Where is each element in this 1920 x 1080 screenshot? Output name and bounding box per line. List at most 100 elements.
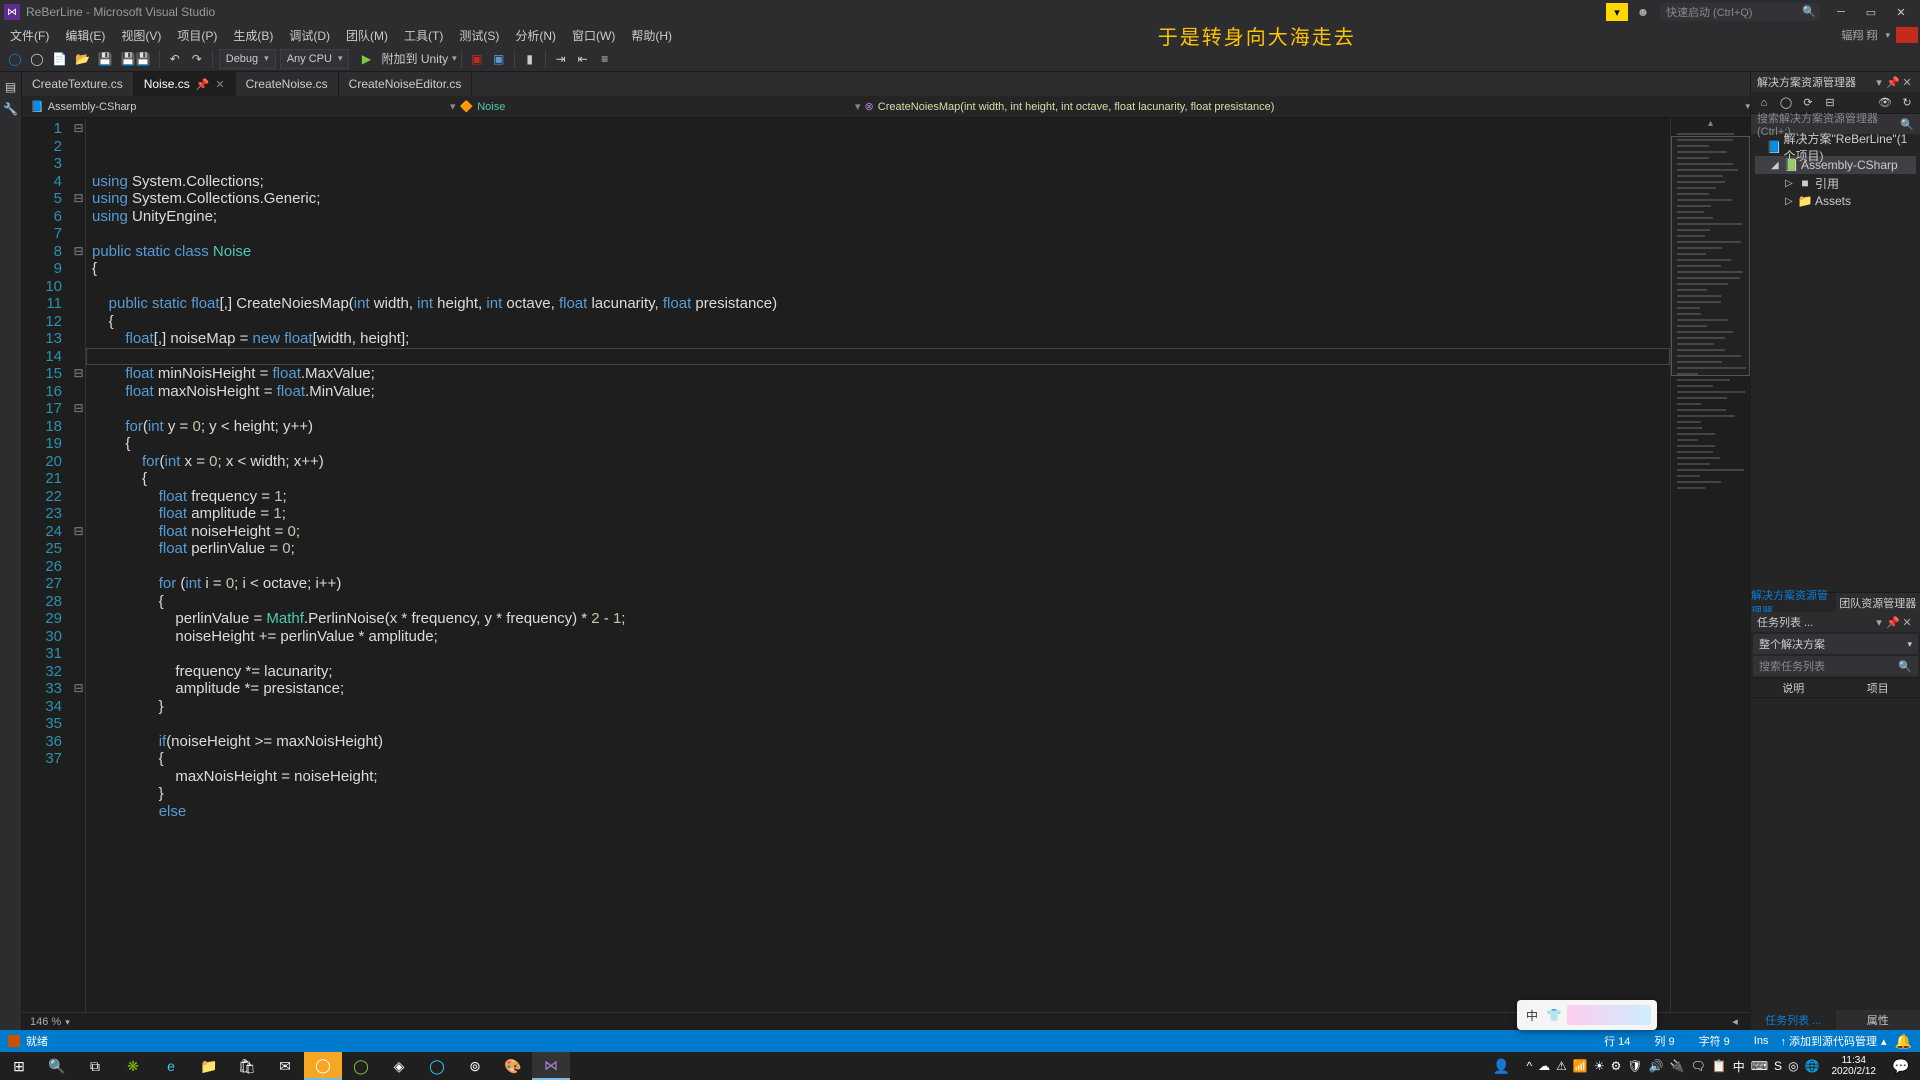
store-app[interactable]: 🛍	[228, 1052, 266, 1080]
tool-btn-3[interactable]: ▮	[519, 48, 541, 70]
tray-icon[interactable]: ⌨	[1751, 1059, 1768, 1073]
tray-icon[interactable]: 📋	[1712, 1059, 1727, 1073]
status-notifications-icon[interactable]: 🔔	[1895, 1033, 1912, 1050]
nav-member-combo[interactable]: ▾⊗CreateNoiesMap(int width, int height, …	[847, 100, 1741, 113]
notification-flag-button[interactable]: ▾	[1606, 3, 1628, 21]
app-1[interactable]: ❋	[114, 1052, 152, 1080]
open-button[interactable]: 📂	[71, 48, 94, 70]
menu-item[interactable]: 测试(S)	[451, 25, 507, 46]
save-button[interactable]: 💾	[94, 48, 117, 70]
tool-btn-4[interactable]: ⇥	[550, 48, 572, 70]
new-item-button[interactable]: 📄	[48, 48, 71, 70]
panel-close-icon[interactable]: ✕	[1900, 76, 1914, 89]
people-button[interactable]: 👤	[1482, 1052, 1520, 1080]
tray-icon[interactable]: ◎	[1788, 1059, 1798, 1073]
task-list-header[interactable]: 任务列表 ...▾📌✕	[1751, 612, 1920, 632]
undo-button[interactable]: ↶	[164, 48, 186, 70]
ime-skin-icon[interactable]: 👕	[1545, 1006, 1563, 1024]
tray-icon[interactable]: ^	[1526, 1059, 1532, 1073]
paint-app[interactable]: 🎨	[494, 1052, 532, 1080]
tool-btn-5[interactable]: ⇤	[572, 48, 594, 70]
mail-app[interactable]: ✉	[266, 1052, 304, 1080]
menu-item[interactable]: 生成(B)	[225, 25, 281, 46]
edge-app[interactable]: e	[152, 1052, 190, 1080]
action-center-button[interactable]: 💬	[1882, 1052, 1920, 1080]
tray-icon[interactable]: ⚠	[1556, 1059, 1567, 1073]
server-explorer-tab[interactable]: ▤	[0, 76, 22, 98]
sln-home-button[interactable]: ⌂	[1755, 94, 1773, 112]
tray-icon[interactable]: 🛡	[1627, 1059, 1642, 1073]
tray-icon[interactable]: ⚙	[1611, 1059, 1622, 1073]
start-button[interactable]: ⊞	[0, 1052, 38, 1080]
menu-item[interactable]: 视图(V)	[113, 25, 169, 46]
menu-item[interactable]: 文件(F)	[2, 25, 57, 46]
sln-view-button[interactable]: 👁	[1876, 94, 1894, 112]
task-search-input[interactable]: 搜索任务列表🔍	[1753, 656, 1918, 676]
task-scope-combo[interactable]: 整个解决方案▾	[1753, 634, 1918, 654]
tray-icon[interactable]: S	[1774, 1059, 1782, 1073]
tool-btn-1[interactable]: ▣	[466, 48, 488, 70]
document-tab[interactable]: CreateNoise.cs	[236, 72, 339, 96]
obs-app[interactable]: ⊚	[456, 1052, 494, 1080]
config-combo[interactable]: Debug▾	[219, 49, 276, 69]
document-tab[interactable]: Noise.cs📌✕	[134, 72, 236, 96]
team-explorer-tab[interactable]: 团队资源管理器	[1836, 593, 1920, 612]
tray-icon[interactable]: 🔊	[1649, 1059, 1664, 1073]
vs-app[interactable]: ⋈	[532, 1052, 570, 1080]
solution-explorer-tab[interactable]: 解决方案资源管理器	[1751, 593, 1836, 612]
menu-item[interactable]: 工具(T)	[396, 25, 451, 46]
menu-item[interactable]: 调试(D)	[281, 25, 338, 46]
panel-dropdown-icon[interactable]: ▾	[1872, 76, 1886, 89]
menu-item[interactable]: 编辑(E)	[57, 25, 113, 46]
tray-icon[interactable]: 🌐	[1805, 1059, 1820, 1073]
sln-refresh-button[interactable]: ↻	[1898, 94, 1916, 112]
start-debug-button[interactable]: ▶	[355, 48, 377, 70]
feedback-button[interactable]: ☻	[1632, 3, 1654, 21]
menu-item[interactable]: 帮助(H)	[623, 25, 680, 46]
tool-btn-6[interactable]: ≡	[594, 48, 616, 70]
restore-button[interactable]: ▭	[1856, 0, 1886, 24]
tray-icon[interactable]: 中	[1733, 1058, 1745, 1075]
tree-item[interactable]: ◢📗Assembly-CSharp	[1755, 156, 1916, 174]
save-all-button[interactable]: 💾💾	[117, 48, 155, 70]
platform-combo[interactable]: Any CPU▾	[280, 49, 350, 69]
menu-item[interactable]: 团队(M)	[338, 25, 396, 46]
code-editor[interactable]: using System.Collections;using System.Co…	[86, 118, 1670, 1012]
document-tab[interactable]: CreateNoiseEditor.cs	[339, 72, 473, 96]
tree-item[interactable]: 📘解决方案"ReBerLine"(1 个项目)	[1755, 138, 1916, 156]
taskbar-clock[interactable]: 11:342020/2/12	[1826, 1055, 1883, 1077]
status-source-control[interactable]: ↑ 添加到源代码管理	[1780, 1033, 1877, 1049]
nav-class-combo[interactable]: ▾🔶Noise	[442, 100, 847, 113]
properties-tab[interactable]: 属性	[1836, 1010, 1920, 1030]
redo-button[interactable]: ↷	[186, 48, 208, 70]
account-tile[interactable]	[1896, 27, 1918, 43]
toolbox-tab[interactable]: 🔧	[0, 98, 22, 120]
outlining-margin[interactable]: ⊟⊟⊟⊟⊟⊟⊟	[72, 118, 86, 1012]
app-4[interactable]: ◯	[418, 1052, 456, 1080]
sln-back-button[interactable]: ◯	[1777, 94, 1795, 112]
task-col-desc[interactable]: 说明	[1751, 679, 1836, 697]
ime-floating-bar[interactable]: 中 👕	[1517, 1000, 1657, 1030]
debug-target-label[interactable]: 附加到 Unity	[381, 50, 448, 67]
unity-app[interactable]: ◈	[380, 1052, 418, 1080]
task-col-proj[interactable]: 项目	[1836, 679, 1920, 697]
system-tray[interactable]: ^☁⚠📶☀⚙🛡🔊🔌🗨📋中⌨S◎🌐	[1520, 1058, 1825, 1075]
zoom-combo[interactable]: 146 %▾	[30, 1016, 100, 1028]
document-tab[interactable]: CreateTexture.cs	[22, 72, 134, 96]
nav-project-combo[interactable]: 📘Assembly-CSharp	[22, 100, 442, 113]
nav-fwd-button[interactable]: ◯	[26, 48, 48, 70]
panel-pin-icon[interactable]: 📌	[1886, 76, 1900, 89]
solution-tree[interactable]: 📘解决方案"ReBerLine"(1 个项目)◢📗Assembly-CSharp…	[1751, 134, 1920, 214]
menu-item[interactable]: 分析(N)	[507, 25, 564, 46]
explorer-app[interactable]: 📁	[190, 1052, 228, 1080]
sln-collapse-button[interactable]: ⊟	[1821, 94, 1839, 112]
solution-explorer-header[interactable]: 解决方案资源管理器▾📌✕	[1751, 72, 1920, 92]
nav-back-button[interactable]: ◯	[4, 48, 26, 70]
ime-lang-icon[interactable]: 中	[1523, 1006, 1541, 1024]
app-2[interactable]: ◯	[304, 1052, 342, 1080]
menu-item[interactable]: 窗口(W)	[564, 25, 623, 46]
tray-icon[interactable]: 🔌	[1670, 1059, 1685, 1073]
tool-btn-2[interactable]: ▣	[488, 48, 510, 70]
close-button[interactable]: ✕	[1886, 0, 1916, 24]
tray-icon[interactable]: 🗨	[1691, 1059, 1706, 1073]
